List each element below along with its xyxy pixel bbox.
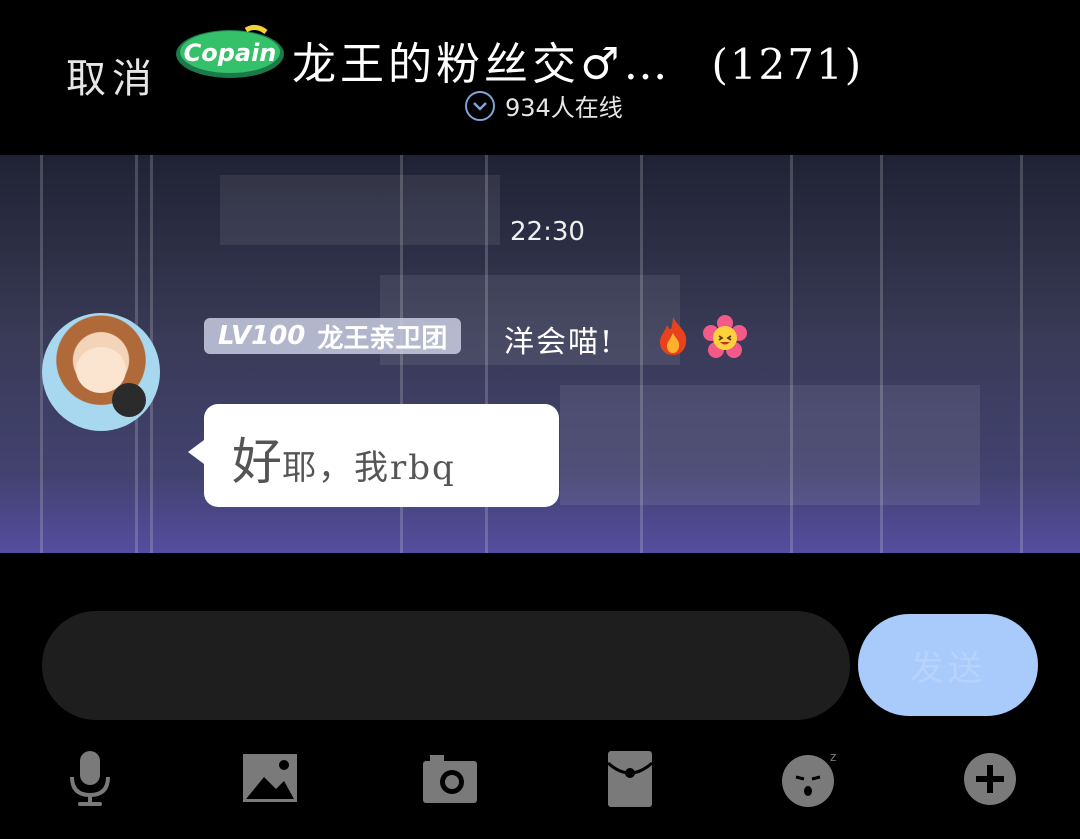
plus-icon[interactable]	[960, 749, 1020, 809]
background-streak	[790, 155, 793, 553]
sticker-icon[interactable]: z	[780, 749, 840, 809]
message-bubble[interactable]: 好耶，我rbq	[188, 404, 559, 507]
message-input[interactable]	[42, 611, 850, 720]
message-timestamp: 22:30	[510, 217, 585, 247]
chat-message-area[interactable]: 22:30 LV100 龙王亲卫团 洋会喵! 好耶，我rbq	[0, 155, 1080, 553]
chevron-down-icon	[465, 90, 495, 121]
avatar[interactable]	[42, 313, 160, 431]
group-title[interactable]: 龙王的粉丝交♂… (1271)	[292, 28, 863, 92]
background-shape	[560, 385, 980, 505]
message-text-big: 好	[232, 433, 282, 491]
background-streak	[640, 155, 643, 553]
background-streak	[880, 155, 883, 553]
chat-header: 取消 Copain 龙王的粉丝交♂… (1271) 934人在线	[0, 0, 1080, 155]
red-packet-icon[interactable]	[600, 749, 660, 809]
background-shape	[220, 175, 500, 245]
svg-text:Copain: Copain	[184, 39, 277, 67]
composer-area: 发送 z	[0, 553, 1080, 839]
online-status[interactable]: 934人在线	[465, 88, 623, 123]
online-count: 934人在线	[505, 94, 623, 122]
background-streak	[1020, 155, 1023, 553]
send-button[interactable]: 发送	[858, 614, 1038, 716]
avatar-cat	[112, 383, 146, 417]
group-name: 龙王的粉丝交♂…	[292, 39, 672, 90]
badge-title: 龙王亲卫团	[317, 323, 448, 354]
background-streak	[40, 155, 43, 553]
flower-emoji-icon	[703, 315, 747, 358]
camera-icon[interactable]	[420, 749, 480, 809]
member-count: (1271)	[711, 40, 864, 89]
svg-text:z: z	[830, 750, 836, 764]
level-badge: LV100 龙王亲卫团	[204, 318, 462, 354]
fire-icon	[660, 317, 687, 355]
message-text-rest: 耶，我rbq	[282, 448, 456, 488]
sender-name[interactable]: 洋会喵!	[504, 317, 614, 361]
badge-level: LV100	[218, 321, 306, 351]
message-text: 好耶，我rbq	[232, 422, 456, 494]
copain-logo-icon: Copain	[176, 24, 284, 78]
cancel-button[interactable]: 取消	[66, 46, 158, 104]
image-icon[interactable]	[240, 749, 300, 809]
microphone-icon[interactable]	[60, 749, 120, 809]
